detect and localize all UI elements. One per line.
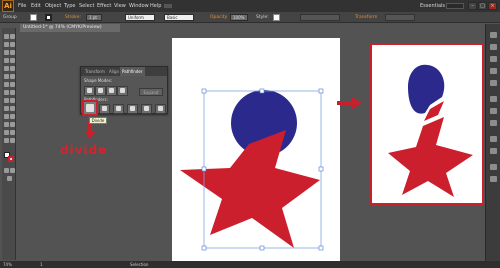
divided-star xyxy=(388,117,473,197)
intersect-button[interactable] xyxy=(106,86,117,96)
divide-annotation: divide xyxy=(60,143,108,157)
resize-handle[interactable] xyxy=(318,245,324,251)
minus-front-button[interactable] xyxy=(95,86,106,96)
expand-button[interactable]: Expand xyxy=(139,88,163,96)
zoom-level[interactable]: 74% xyxy=(3,261,12,268)
resize-handle[interactable] xyxy=(201,88,207,94)
tab-pathfinder[interactable]: Pathfinder xyxy=(120,67,145,76)
outline-button[interactable] xyxy=(141,104,152,114)
exclude-button[interactable] xyxy=(117,86,128,96)
right-arrow-icon xyxy=(337,97,362,109)
status-bar: 74% 1 Selection xyxy=(0,261,500,268)
resize-handle[interactable] xyxy=(259,245,265,251)
red-star[interactable] xyxy=(180,130,320,248)
panel-tab-bar: Transform Align Pathfinder xyxy=(81,67,167,76)
resize-handle[interactable] xyxy=(318,88,324,94)
resize-handle[interactable] xyxy=(259,88,265,94)
tab-transform[interactable]: Transform xyxy=(83,67,107,76)
resize-handle[interactable] xyxy=(318,166,324,172)
trim-button[interactable] xyxy=(99,104,110,114)
divide-icon xyxy=(86,104,94,112)
minus-back-button[interactable] xyxy=(155,104,166,114)
status-mode: Selection xyxy=(130,262,149,267)
unite-button[interactable] xyxy=(84,86,95,96)
resize-handle[interactable] xyxy=(201,166,207,172)
merge-button[interactable] xyxy=(113,104,124,114)
shape-modes-label: Shape Modes: xyxy=(84,78,113,83)
selected-group[interactable] xyxy=(180,88,324,251)
divide-button[interactable] xyxy=(84,102,96,114)
tab-align[interactable]: Align xyxy=(107,67,121,76)
divide-tooltip: Divide xyxy=(89,117,107,124)
divided-result-art xyxy=(388,64,473,197)
resize-handle[interactable] xyxy=(201,245,207,251)
crop-button[interactable] xyxy=(127,104,138,114)
artboard-number[interactable]: 1 xyxy=(40,261,43,268)
